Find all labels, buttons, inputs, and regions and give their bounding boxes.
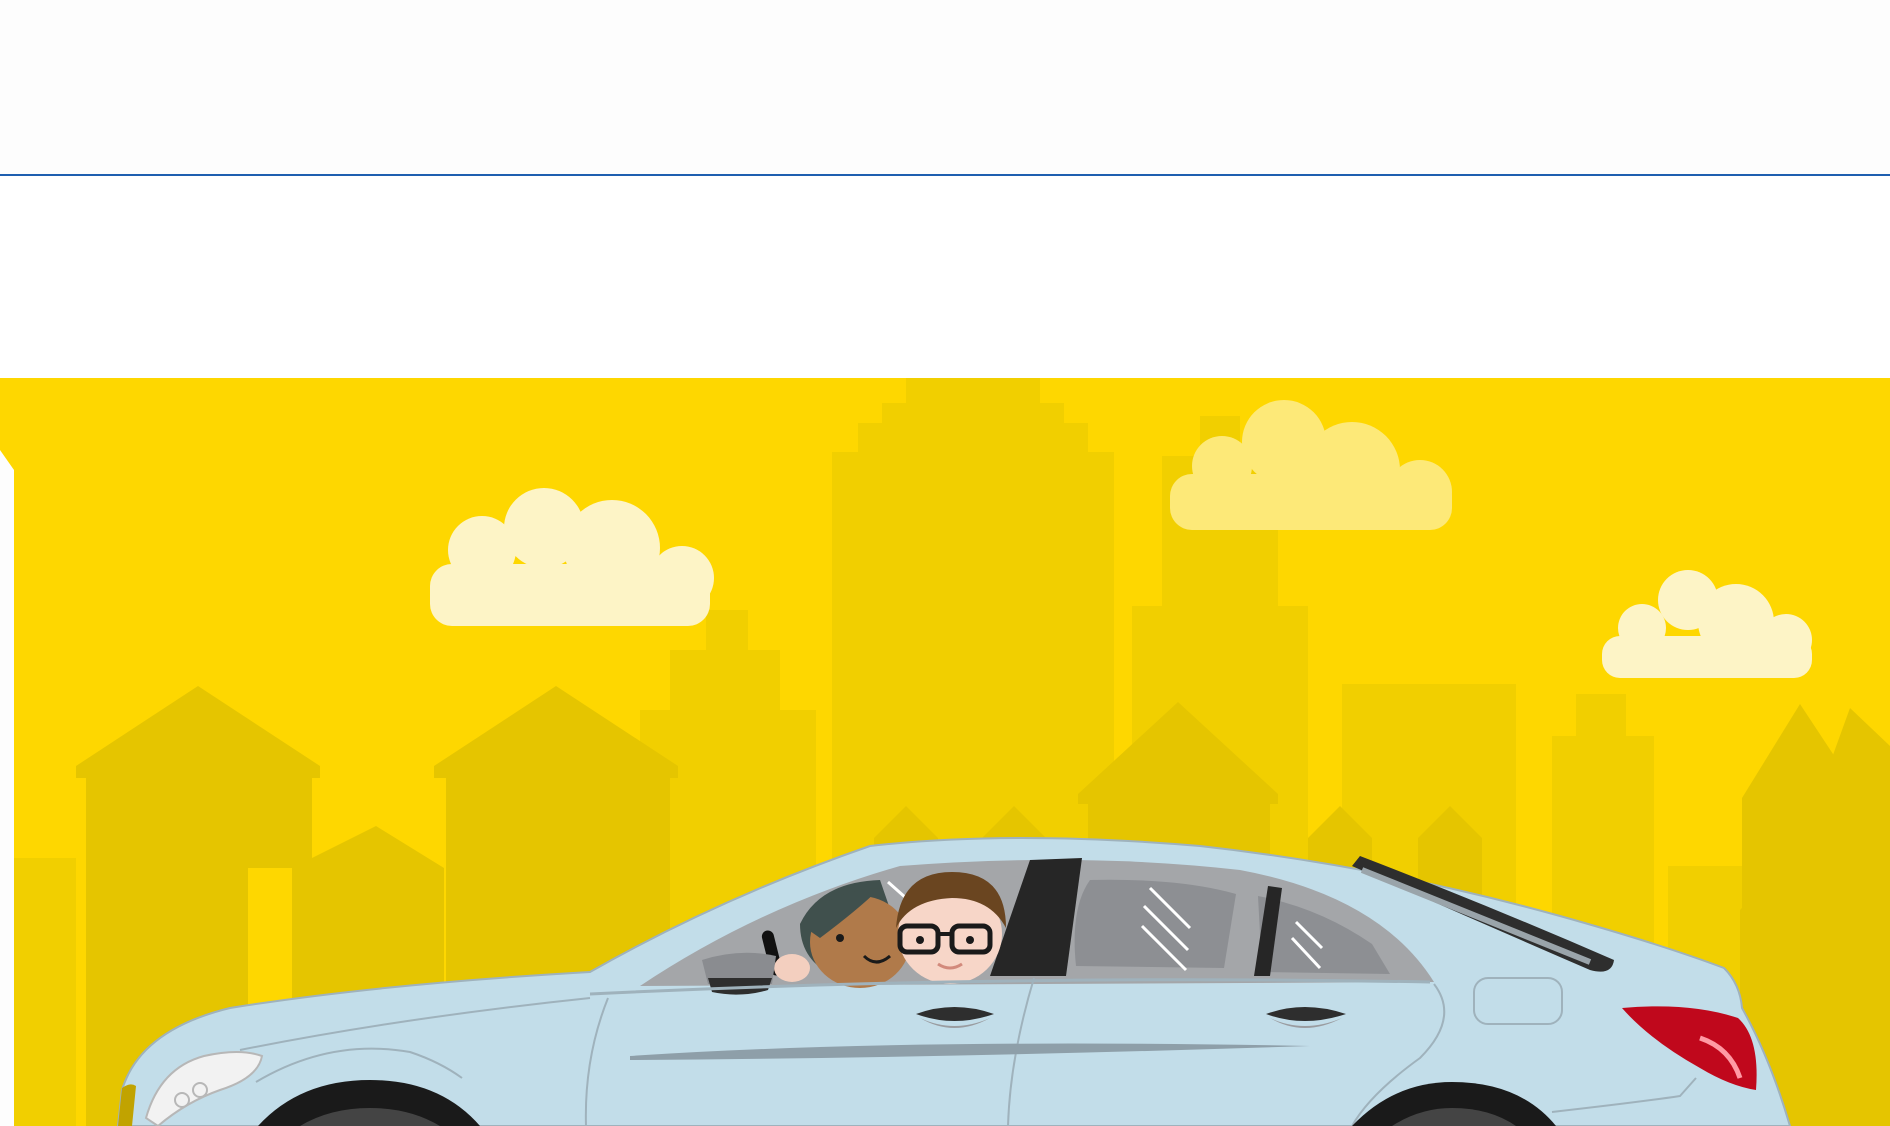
page (0, 0, 1890, 1126)
hero-illustration (0, 378, 1890, 1126)
hero-svg (0, 378, 1890, 1126)
header-bar (0, 0, 1890, 174)
blank-band (0, 176, 1890, 378)
left-edge-shape (0, 450, 14, 1126)
